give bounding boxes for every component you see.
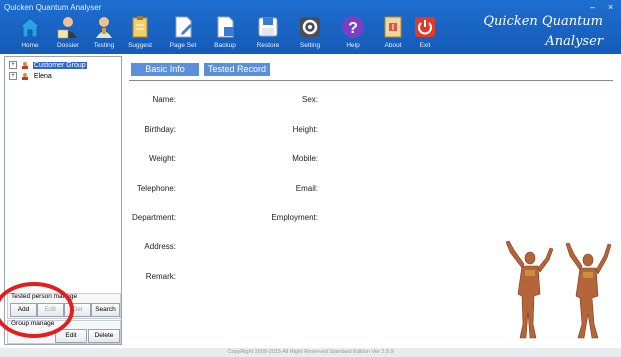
expand-icon[interactable]: +: [9, 72, 17, 80]
setting-icon: [300, 17, 320, 37]
email-label: Email:: [295, 184, 318, 193]
help-icon: ?: [342, 16, 364, 38]
search-button[interactable]: Search: [91, 303, 120, 317]
tree-item-elena[interactable]: + Elena: [9, 72, 53, 82]
expand-icon[interactable]: +: [9, 61, 17, 69]
tab-tested-record[interactable]: Tested Record: [204, 63, 270, 76]
dossier-icon: [57, 17, 77, 39]
name-label: Name:: [152, 95, 176, 104]
tab-divider: [129, 80, 613, 81]
weight-label: Weight:: [149, 154, 176, 163]
close-button[interactable]: ×: [608, 2, 613, 12]
group-icon: [21, 62, 28, 69]
tab-basic-info[interactable]: Basic Info: [131, 63, 199, 76]
restore-icon: [258, 17, 278, 37]
toolbar-backup-button[interactable]: Backup: [205, 14, 245, 54]
tree-label: Elena: [33, 72, 52, 80]
suggest-icon: [132, 16, 148, 38]
svg-text:?: ?: [348, 20, 358, 37]
page-set-icon: [175, 16, 192, 38]
toolbar-suggest-label: Suggest: [128, 42, 152, 49]
group-icon: [21, 73, 28, 80]
toolbar-home-button[interactable]: Home: [10, 14, 50, 54]
remark-label: Remark:: [145, 272, 176, 281]
toolbar-exit-label: Exit: [419, 42, 431, 49]
toolbar-help-button[interactable]: ? Help: [333, 14, 373, 54]
toolbar-testing-label: Testing: [93, 42, 115, 49]
toolbar-restore-button[interactable]: Restore: [248, 14, 288, 54]
toolbar-setting-button[interactable]: Setting: [290, 14, 330, 54]
toolbar-setting-label: Setting: [299, 42, 321, 49]
tree-label: Customer Group: [32, 61, 87, 69]
toolbar-restore-label: Restore: [256, 42, 280, 49]
toolbar-testing-button[interactable]: Testing: [84, 14, 124, 54]
exit-icon: [415, 17, 435, 37]
brand-line-2: Analyser: [545, 34, 603, 49]
address-label: Address:: [144, 242, 176, 251]
employment-label: Employment:: [271, 213, 318, 222]
home-icon: [18, 17, 42, 38]
toolbar-dossier-button[interactable]: Dossier: [48, 14, 88, 54]
toolbar-dossier-label: Dossier: [56, 42, 80, 49]
anatomy-figures-image: [505, 240, 612, 339]
status-bar: CopyRight 2009-2015 All Right Reserved S…: [0, 348, 621, 357]
toolbar-home-label: Home: [21, 42, 39, 49]
birthday-label: Birthday:: [144, 125, 176, 134]
toolbar-exit-button[interactable]: Exit: [405, 14, 445, 54]
sex-label: Sex:: [301, 95, 318, 104]
main-content: Basic Info Tested Record Name: Sex: Birt…: [124, 58, 616, 346]
delete-group-button[interactable]: Delete: [88, 329, 120, 343]
testing-icon: [96, 17, 112, 38]
mobile-label: Mobile:: [292, 154, 318, 163]
tree-item-customer-group[interactable]: + Customer Group: [9, 61, 87, 71]
toolbar-page-set-button[interactable]: Page Set: [163, 14, 203, 54]
app-header: Quicken Quantum Analyser – × Home Dossie…: [0, 0, 621, 54]
about-icon: [384, 16, 402, 38]
toolbar-help-label: Help: [346, 42, 360, 49]
telephone-label: Telephone:: [136, 184, 176, 193]
toolbar-page-set-label: Page Set: [169, 42, 197, 49]
window-title: Quicken Quantum Analyser: [4, 3, 102, 12]
height-label: Height:: [292, 125, 318, 134]
brand-logo: Quicken Quantum Analyser: [483, 12, 603, 52]
department-label: Department:: [131, 213, 176, 222]
toolbar-backup-label: Backup: [214, 42, 236, 49]
toolbar-suggest-button[interactable]: Suggest: [120, 14, 160, 54]
backup-icon: [217, 16, 234, 38]
minimize-button[interactable]: –: [590, 2, 595, 12]
brand-line-1: Quicken Quantum: [483, 14, 603, 29]
